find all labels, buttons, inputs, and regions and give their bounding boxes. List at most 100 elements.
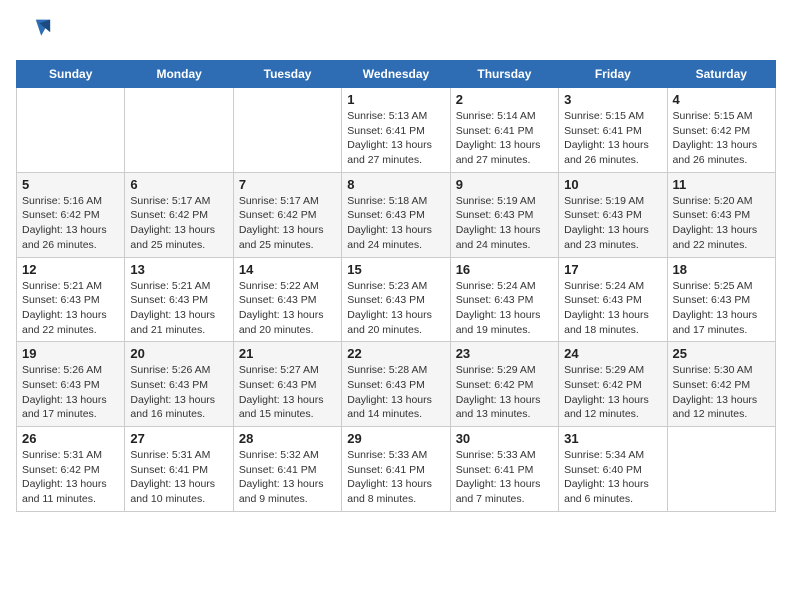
- calendar-cell: 26 Sunrise: 5:31 AM Sunset: 6:42 PM Dayli…: [17, 427, 125, 512]
- logo-icon: [16, 16, 52, 52]
- day-number: 2: [456, 92, 553, 107]
- day-info: Sunrise: 5:28 AM Sunset: 6:43 PM Dayligh…: [347, 363, 444, 422]
- day-number: 10: [564, 177, 661, 192]
- day-info: Sunrise: 5:29 AM Sunset: 6:42 PM Dayligh…: [564, 363, 661, 422]
- day-info: Sunrise: 5:31 AM Sunset: 6:41 PM Dayligh…: [130, 448, 227, 507]
- calendar-week-row: 19 Sunrise: 5:26 AM Sunset: 6:43 PM Dayli…: [17, 342, 776, 427]
- weekday-header-friday: Friday: [559, 61, 667, 88]
- calendar-cell: 31 Sunrise: 5:34 AM Sunset: 6:40 PM Dayli…: [559, 427, 667, 512]
- weekday-header-monday: Monday: [125, 61, 233, 88]
- day-number: 19: [22, 346, 119, 361]
- calendar-cell: 20 Sunrise: 5:26 AM Sunset: 6:43 PM Dayli…: [125, 342, 233, 427]
- day-number: 24: [564, 346, 661, 361]
- calendar-cell: 21 Sunrise: 5:27 AM Sunset: 6:43 PM Dayli…: [233, 342, 341, 427]
- day-info: Sunrise: 5:14 AM Sunset: 6:41 PM Dayligh…: [456, 109, 553, 168]
- day-info: Sunrise: 5:24 AM Sunset: 6:43 PM Dayligh…: [564, 279, 661, 338]
- calendar-cell: 13 Sunrise: 5:21 AM Sunset: 6:43 PM Dayli…: [125, 257, 233, 342]
- day-info: Sunrise: 5:21 AM Sunset: 6:43 PM Dayligh…: [130, 279, 227, 338]
- day-info: Sunrise: 5:20 AM Sunset: 6:43 PM Dayligh…: [673, 194, 770, 253]
- calendar-cell: 11 Sunrise: 5:20 AM Sunset: 6:43 PM Dayli…: [667, 172, 775, 257]
- day-info: Sunrise: 5:32 AM Sunset: 6:41 PM Dayligh…: [239, 448, 336, 507]
- calendar-cell: 19 Sunrise: 5:26 AM Sunset: 6:43 PM Dayli…: [17, 342, 125, 427]
- day-info: Sunrise: 5:18 AM Sunset: 6:43 PM Dayligh…: [347, 194, 444, 253]
- calendar-cell: 23Sunrise: 5:29 AM Sunset: 6:42 PM Dayli…: [450, 342, 558, 427]
- calendar-table: SundayMondayTuesdayWednesdayThursdayFrid…: [16, 60, 776, 512]
- calendar-cell: 28 Sunrise: 5:32 AM Sunset: 6:41 PM Dayli…: [233, 427, 341, 512]
- day-number: 31: [564, 431, 661, 446]
- day-number: 11: [673, 177, 770, 192]
- calendar-cell: 6 Sunrise: 5:17 AM Sunset: 6:42 PM Daylig…: [125, 172, 233, 257]
- calendar-cell: [17, 88, 125, 173]
- calendar-week-row: 12 Sunrise: 5:21 AM Sunset: 6:43 PM Dayli…: [17, 257, 776, 342]
- calendar-cell: 22 Sunrise: 5:28 AM Sunset: 6:43 PM Dayli…: [342, 342, 450, 427]
- day-number: 12: [22, 262, 119, 277]
- calendar-cell: 9 Sunrise: 5:19 AM Sunset: 6:43 PM Daylig…: [450, 172, 558, 257]
- day-info: Sunrise: 5:16 AM Sunset: 6:42 PM Dayligh…: [22, 194, 119, 253]
- calendar-cell: 24 Sunrise: 5:29 AM Sunset: 6:42 PM Dayli…: [559, 342, 667, 427]
- day-number: 30: [456, 431, 553, 446]
- day-info: Sunrise: 5:34 AM Sunset: 6:40 PM Dayligh…: [564, 448, 661, 507]
- page-header: [16, 16, 776, 52]
- day-info: Sunrise: 5:26 AM Sunset: 6:43 PM Dayligh…: [130, 363, 227, 422]
- day-info: Sunrise: 5:19 AM Sunset: 6:43 PM Dayligh…: [456, 194, 553, 253]
- day-number: 16: [456, 262, 553, 277]
- day-number: 21: [239, 346, 336, 361]
- day-number: 3: [564, 92, 661, 107]
- day-info: Sunrise: 5:25 AM Sunset: 6:43 PM Dayligh…: [673, 279, 770, 338]
- day-number: 22: [347, 346, 444, 361]
- calendar-week-row: 5 Sunrise: 5:16 AM Sunset: 6:42 PM Daylig…: [17, 172, 776, 257]
- calendar-cell: [125, 88, 233, 173]
- calendar-cell: 15Sunrise: 5:23 AM Sunset: 6:43 PM Dayli…: [342, 257, 450, 342]
- calendar-week-row: 26 Sunrise: 5:31 AM Sunset: 6:42 PM Dayli…: [17, 427, 776, 512]
- day-number: 13: [130, 262, 227, 277]
- weekday-header-wednesday: Wednesday: [342, 61, 450, 88]
- day-number: 5: [22, 177, 119, 192]
- weekday-header-tuesday: Tuesday: [233, 61, 341, 88]
- calendar-cell: 5 Sunrise: 5:16 AM Sunset: 6:42 PM Daylig…: [17, 172, 125, 257]
- day-info: Sunrise: 5:15 AM Sunset: 6:41 PM Dayligh…: [564, 109, 661, 168]
- day-info: Sunrise: 5:17 AM Sunset: 6:42 PM Dayligh…: [239, 194, 336, 253]
- day-number: 15: [347, 262, 444, 277]
- calendar-cell: 29Sunrise: 5:33 AM Sunset: 6:41 PM Dayli…: [342, 427, 450, 512]
- day-number: 8: [347, 177, 444, 192]
- calendar-week-row: 1Sunrise: 5:13 AM Sunset: 6:41 PM Daylig…: [17, 88, 776, 173]
- day-number: 26: [22, 431, 119, 446]
- day-info: Sunrise: 5:13 AM Sunset: 6:41 PM Dayligh…: [347, 109, 444, 168]
- day-number: 4: [673, 92, 770, 107]
- calendar-cell: 1Sunrise: 5:13 AM Sunset: 6:41 PM Daylig…: [342, 88, 450, 173]
- day-number: 25: [673, 346, 770, 361]
- calendar-cell: 18 Sunrise: 5:25 AM Sunset: 6:43 PM Dayli…: [667, 257, 775, 342]
- day-info: Sunrise: 5:27 AM Sunset: 6:43 PM Dayligh…: [239, 363, 336, 422]
- logo: [16, 16, 56, 52]
- day-info: Sunrise: 5:17 AM Sunset: 6:42 PM Dayligh…: [130, 194, 227, 253]
- day-info: Sunrise: 5:21 AM Sunset: 6:43 PM Dayligh…: [22, 279, 119, 338]
- calendar-cell: 8 Sunrise: 5:18 AM Sunset: 6:43 PM Daylig…: [342, 172, 450, 257]
- calendar-cell: [667, 427, 775, 512]
- day-info: Sunrise: 5:31 AM Sunset: 6:42 PM Dayligh…: [22, 448, 119, 507]
- day-number: 9: [456, 177, 553, 192]
- day-info: Sunrise: 5:33 AM Sunset: 6:41 PM Dayligh…: [456, 448, 553, 507]
- day-number: 14: [239, 262, 336, 277]
- calendar-cell: 7 Sunrise: 5:17 AM Sunset: 6:42 PM Daylig…: [233, 172, 341, 257]
- calendar-cell: [233, 88, 341, 173]
- day-info: Sunrise: 5:19 AM Sunset: 6:43 PM Dayligh…: [564, 194, 661, 253]
- day-number: 23: [456, 346, 553, 361]
- day-number: 18: [673, 262, 770, 277]
- calendar-cell: 30 Sunrise: 5:33 AM Sunset: 6:41 PM Dayli…: [450, 427, 558, 512]
- calendar-cell: 27 Sunrise: 5:31 AM Sunset: 6:41 PM Dayli…: [125, 427, 233, 512]
- day-number: 20: [130, 346, 227, 361]
- calendar-cell: 16Sunrise: 5:24 AM Sunset: 6:43 PM Dayli…: [450, 257, 558, 342]
- day-info: Sunrise: 5:33 AM Sunset: 6:41 PM Dayligh…: [347, 448, 444, 507]
- day-number: 7: [239, 177, 336, 192]
- calendar-cell: 12 Sunrise: 5:21 AM Sunset: 6:43 PM Dayli…: [17, 257, 125, 342]
- calendar-cell: 14 Sunrise: 5:22 AM Sunset: 6:43 PM Dayli…: [233, 257, 341, 342]
- day-info: Sunrise: 5:26 AM Sunset: 6:43 PM Dayligh…: [22, 363, 119, 422]
- day-number: 28: [239, 431, 336, 446]
- calendar-cell: 3 Sunrise: 5:15 AM Sunset: 6:41 PM Daylig…: [559, 88, 667, 173]
- weekday-header-saturday: Saturday: [667, 61, 775, 88]
- day-number: 17: [564, 262, 661, 277]
- day-number: 27: [130, 431, 227, 446]
- weekday-header-sunday: Sunday: [17, 61, 125, 88]
- day-number: 6: [130, 177, 227, 192]
- day-info: Sunrise: 5:22 AM Sunset: 6:43 PM Dayligh…: [239, 279, 336, 338]
